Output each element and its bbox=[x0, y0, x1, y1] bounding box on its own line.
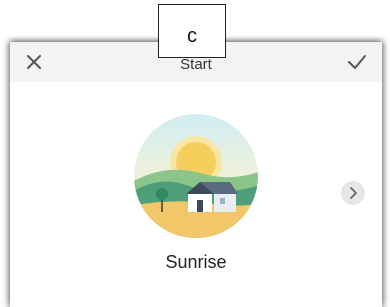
dialog-title: Start bbox=[180, 56, 212, 73]
screen: c Start Sunrise bbox=[0, 0, 390, 307]
confirm-button[interactable] bbox=[346, 52, 368, 72]
next-theme-button[interactable] bbox=[341, 181, 365, 205]
check-icon bbox=[348, 55, 366, 69]
annotation-label: c bbox=[187, 25, 197, 47]
sunrise-illustration[interactable] bbox=[134, 114, 258, 238]
theme-picker-dialog: Start Sunrise bbox=[10, 42, 382, 307]
chevron-right-icon bbox=[350, 187, 357, 199]
sunrise-landscape-illustration bbox=[134, 114, 258, 238]
theme-name: Sunrise bbox=[165, 252, 227, 272]
annotation-label-box: c bbox=[158, 4, 226, 58]
